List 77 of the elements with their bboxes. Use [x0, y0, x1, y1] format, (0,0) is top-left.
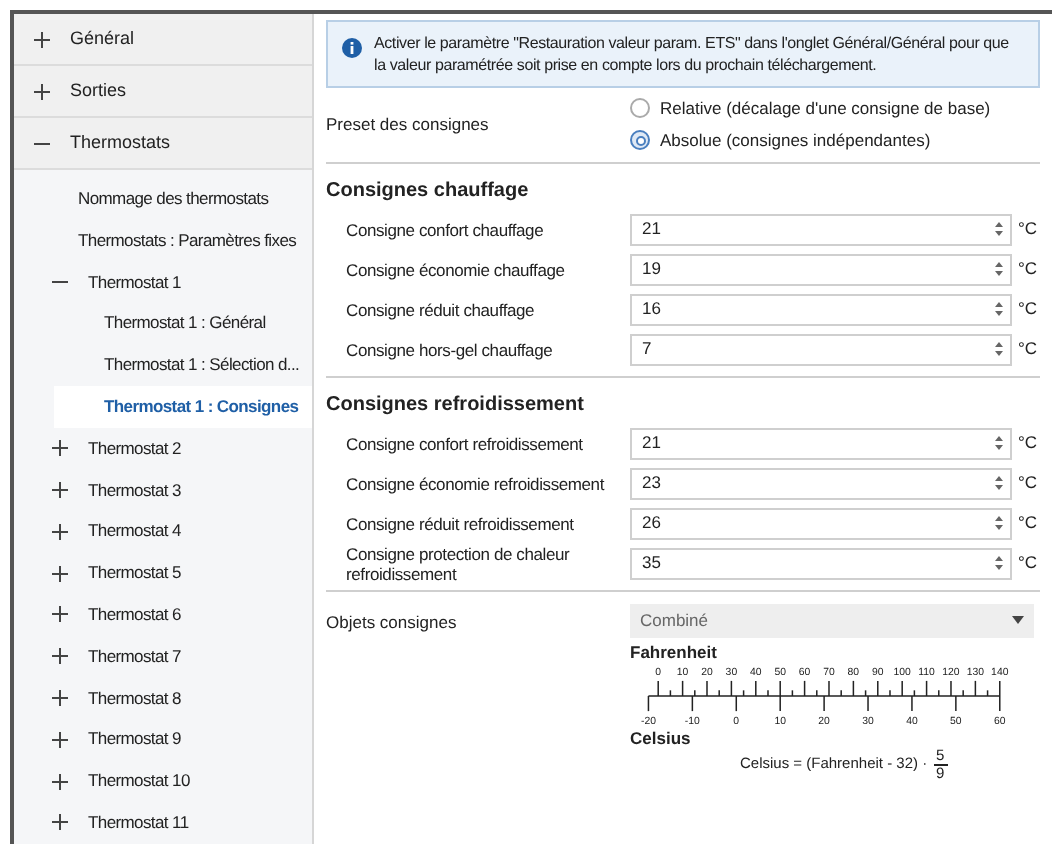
plus-icon[interactable] — [52, 523, 68, 540]
tree-item[interactable]: Thermostats — [14, 118, 312, 170]
number-field[interactable]: 7 — [630, 333, 1012, 365]
plus-icon[interactable] — [52, 689, 68, 706]
unit-label: °C — [1016, 216, 1040, 242]
spin-arrows-icon[interactable] — [994, 554, 1004, 572]
number-field[interactable]: 21 — [630, 427, 1012, 459]
info-icon — [342, 38, 362, 58]
plus-icon[interactable] — [34, 31, 50, 47]
tree-item[interactable]: Thermostat 4 — [14, 510, 312, 553]
spin-arrows-icon[interactable] — [994, 514, 1004, 532]
fahrenheit-title: Fahrenheit — [630, 643, 719, 661]
plus-icon[interactable] — [52, 565, 68, 582]
tree-item[interactable]: Thermostat 1 — [14, 261, 312, 303]
section-heading: Consignes refroidissement — [326, 391, 586, 419]
tree-item[interactable]: Thermostat 6 — [14, 593, 312, 636]
dropdown-caret-icon[interactable] — [1012, 616, 1024, 624]
tree-item[interactable]: Thermostat 8 — [14, 677, 312, 719]
celsius-title: Celsius — [630, 729, 693, 747]
radio-option[interactable]: Absolue (consignes indépendantes) — [630, 127, 991, 153]
tree-item[interactable]: Thermostat 7 — [14, 635, 312, 678]
number-field[interactable]: 19 — [630, 253, 1012, 285]
objects-label: Objets consignes — [326, 609, 459, 636]
preset-label: Preset des consignes — [326, 111, 491, 138]
unit-label: °C — [1016, 510, 1040, 536]
setting-label: Consigne économie chauffage — [346, 259, 567, 279]
spin-arrows-icon[interactable] — [994, 220, 1004, 238]
number-field[interactable]: 23 — [630, 467, 1012, 499]
plus-icon[interactable] — [52, 773, 68, 790]
tree-item[interactable]: Thermostat 5 — [14, 552, 312, 594]
setting-label: Consigne hors-gel chauffage — [346, 339, 555, 359]
tree-item[interactable]: Thermostats : Paramètres fixes — [14, 219, 312, 262]
setting-label: Consigne économie refroidissement — [346, 473, 607, 493]
tree-item[interactable]: Thermostat 1 : Général — [14, 302, 312, 345]
unit-label: °C — [1016, 550, 1040, 576]
dropdown[interactable]: Combiné — [630, 603, 1034, 637]
unit-label: °C — [1016, 296, 1040, 322]
tree-item[interactable]: Thermostat 11 — [14, 801, 312, 844]
tree-item[interactable]: Nommage des thermostats — [14, 178, 312, 220]
setting-label: Consigne confort chauffage — [346, 219, 546, 239]
unit-label: °C — [1016, 336, 1040, 362]
unit-label: °C — [1016, 430, 1040, 456]
tree-item[interactable]: Sorties — [14, 66, 312, 118]
radio-option[interactable]: Relative (décalage d'une consigne de base) — [630, 96, 991, 122]
tree-item[interactable]: Thermostat 1 : Sélection d... — [14, 344, 312, 386]
setting-label: Consigne réduit refroidissement — [346, 513, 576, 533]
spin-arrows-icon[interactable] — [994, 260, 1004, 278]
plus-icon[interactable] — [52, 606, 68, 623]
radio-button[interactable] — [630, 98, 650, 119]
tree-item[interactable]: Thermostat 1 : Consignes — [54, 385, 312, 428]
unit-label: °C — [1016, 470, 1040, 496]
spin-arrows-icon[interactable] — [994, 474, 1004, 492]
plus-icon[interactable] — [52, 481, 68, 498]
number-field[interactable]: 35 — [630, 547, 1012, 579]
number-field[interactable]: 16 — [630, 293, 1012, 325]
spin-arrows-icon[interactable] — [994, 300, 1004, 318]
plus-icon[interactable] — [34, 83, 50, 99]
section-heading: Consignes chauffage — [326, 177, 531, 205]
spin-arrows-icon[interactable] — [994, 434, 1004, 452]
setting-label: Consigne confort refroidissement — [346, 433, 585, 453]
tree-item[interactable]: Thermostat 3 — [14, 469, 312, 511]
plus-icon[interactable] — [52, 648, 68, 665]
radio-button[interactable] — [630, 130, 650, 151]
tree-item[interactable]: Général — [14, 14, 312, 66]
notice-text: Activer le paramètre "Restauration valeur param. ETS" dans l'onglet Général/Général pour que la valeur paramétrée soit prise en compte lors du prochain téléchargement. — [374, 32, 1011, 76]
tree-item[interactable]: Thermostat 9 — [14, 718, 312, 761]
plus-icon[interactable] — [52, 814, 68, 831]
setting-label: Consigne réduit chauffage — [346, 299, 537, 319]
tree-item[interactable]: Thermostat 10 — [14, 760, 312, 802]
plus-icon[interactable] — [52, 731, 68, 748]
unit-label: °C — [1016, 256, 1040, 282]
setting-label: Consigne protection de chaleur refroidissement — [346, 543, 572, 583]
plus-icon[interactable] — [52, 440, 68, 457]
number-field[interactable]: 26 — [630, 507, 1012, 539]
number-field[interactable]: 21 — [630, 213, 1012, 245]
spin-arrows-icon[interactable] — [994, 340, 1004, 358]
tree-item[interactable]: Thermostat 2 — [14, 427, 312, 470]
